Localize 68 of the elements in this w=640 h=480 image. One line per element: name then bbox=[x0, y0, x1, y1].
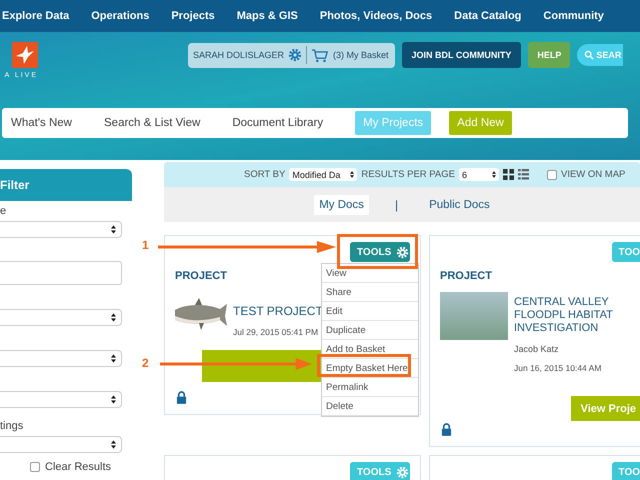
nav-link[interactable]: Operations bbox=[91, 10, 150, 22]
menu-item[interactable]: Edit bbox=[322, 302, 418, 321]
select-arrows-icon bbox=[111, 313, 116, 322]
card-type: PROJECT bbox=[175, 270, 227, 282]
basket-link[interactable]: (3) My Basket bbox=[333, 50, 389, 60]
select-arrows-icon bbox=[350, 171, 354, 178]
list-view-icon[interactable] bbox=[518, 169, 529, 180]
gear-icon bbox=[396, 246, 410, 258]
menu-item[interactable]: Share bbox=[322, 283, 418, 302]
lock-icon bbox=[176, 391, 187, 404]
gear-icon bbox=[396, 466, 410, 478]
per-page-select[interactable]: 6 bbox=[458, 168, 499, 181]
select-arrows-icon bbox=[492, 171, 496, 178]
select-arrows-icon bbox=[111, 225, 116, 234]
card-type: PROJECT bbox=[440, 270, 492, 282]
tab-separator: | bbox=[394, 198, 398, 212]
sub-nav-tab[interactable]: Document Library bbox=[232, 117, 324, 129]
nav-link[interactable]: Projects bbox=[171, 10, 215, 22]
join-community-button[interactable]: JOIN BDL COMMUNITY bbox=[402, 42, 522, 68]
select-field[interactable] bbox=[0, 391, 122, 408]
grid-view-icon[interactable] bbox=[502, 169, 514, 180]
photo-placeholder bbox=[440, 292, 508, 340]
nav-link[interactable]: Maps & GIS bbox=[236, 10, 298, 22]
menu-item[interactable]: Permalink bbox=[322, 378, 418, 397]
menu-item[interactable]: Add to Basket bbox=[322, 340, 418, 359]
sort-select[interactable]: Modified Da bbox=[289, 168, 358, 181]
select-field[interactable] bbox=[0, 309, 122, 326]
menu-item[interactable]: Delete bbox=[322, 397, 418, 416]
nav-link[interactable]: Community bbox=[543, 10, 604, 22]
select-arrows-icon bbox=[111, 440, 116, 449]
nav-link[interactable]: Photos, Videos, Docs bbox=[320, 10, 432, 22]
field-label: tings bbox=[0, 420, 24, 434]
per-page-label: RESULTS PER PAGE bbox=[361, 169, 455, 180]
menu-item[interactable]: Duplicate bbox=[322, 321, 418, 340]
menu-item[interactable]: Empty Basket Here bbox=[322, 359, 418, 378]
sub-nav-tab[interactable]: What's New bbox=[11, 117, 72, 129]
sort-label: SORT BY bbox=[244, 169, 286, 180]
date-text: Jun 16, 2015 10:44 AM bbox=[514, 363, 602, 373]
cart-icon[interactable] bbox=[311, 48, 330, 62]
select-field[interactable] bbox=[0, 436, 122, 453]
field-label: e bbox=[0, 205, 8, 219]
annotation-number: 1 bbox=[142, 238, 149, 252]
sub-nav-tab[interactable]: Search & List View bbox=[104, 117, 200, 129]
author-name: Jacob Katz bbox=[514, 344, 560, 354]
filter-title: Filter bbox=[0, 178, 30, 192]
user-name-link[interactable]: SARAH DOLISLAGER bbox=[193, 50, 284, 60]
nav-link[interactable]: Explore Data bbox=[2, 10, 70, 22]
view-on-map-label[interactable]: VIEW ON MAP bbox=[560, 169, 626, 180]
project-title-link[interactable]: CENTRAL VALLEY FLOODPL HABITAT INVESTIGATION bbox=[514, 296, 640, 335]
clear-results-label[interactable]: Clear Results bbox=[45, 461, 112, 473]
nav-link[interactable]: Data Catalog bbox=[454, 10, 522, 22]
project-title-link[interactable]: TEST PROJECT bbox=[233, 304, 323, 318]
checkbox[interactable] bbox=[30, 462, 40, 472]
doc-tab[interactable]: Public Docs bbox=[424, 194, 495, 214]
select-arrows-icon bbox=[111, 354, 116, 363]
search-icon bbox=[584, 50, 594, 60]
lock-icon bbox=[441, 423, 452, 436]
date-text: Jul 29, 2015 05:41 PM bbox=[233, 327, 320, 337]
annotation-number: 2 bbox=[142, 356, 149, 370]
settings-icon[interactable] bbox=[288, 48, 302, 62]
doc-tab[interactable]: My Docs bbox=[314, 194, 369, 214]
select-field[interactable] bbox=[0, 350, 122, 367]
tools-button[interactable]: TOOLS bbox=[350, 242, 410, 262]
menu-item[interactable]: View bbox=[322, 264, 418, 283]
input-field[interactable] bbox=[0, 261, 122, 285]
checkbox[interactable] bbox=[546, 170, 557, 180]
select-arrows-icon bbox=[111, 395, 116, 404]
select-field[interactable] bbox=[0, 221, 122, 238]
